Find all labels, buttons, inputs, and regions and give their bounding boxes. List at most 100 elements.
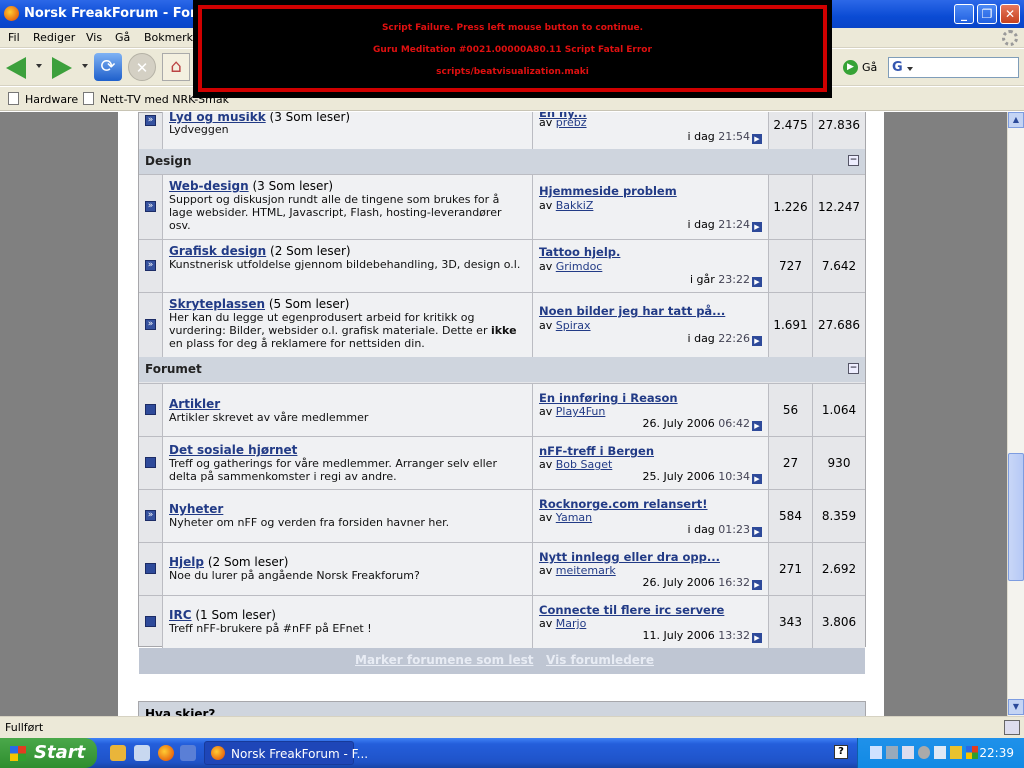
last-post-author[interactable]: meitemark <box>556 564 616 577</box>
forum-link[interactable]: Hjelp <box>169 555 204 569</box>
forum-link[interactable]: Nyheter <box>169 502 223 516</box>
go-to-last-post-icon[interactable]: ▶ <box>752 633 762 643</box>
quicklaunch-firefox-icon[interactable] <box>158 745 174 761</box>
last-post-link[interactable]: Rocknorge.com relansert! <box>539 497 708 511</box>
tray-disk-icon[interactable] <box>918 746 930 759</box>
tray-volume-icon[interactable] <box>934 746 946 759</box>
vertical-scrollbar[interactable]: ▲ ▼ <box>1007 112 1024 716</box>
scrollbar-thumb[interactable] <box>1008 453 1024 581</box>
menu-fil[interactable]: Fil <box>8 31 20 44</box>
last-post-author[interactable]: Yaman <box>556 511 592 524</box>
mark-forums-read-link[interactable]: Marker forumene som lest <box>355 653 533 667</box>
tray-monitor-icon[interactable] <box>902 746 914 759</box>
last-post-cell: Nytt innlegg eller dra opp... av meitema… <box>533 543 769 595</box>
last-post-author[interactable]: Bob Saget <box>556 458 613 471</box>
tray-security-icon[interactable] <box>950 746 962 759</box>
forum-status-cell: » <box>139 112 163 149</box>
minimize-button[interactable]: _ <box>954 4 974 24</box>
last-post-author[interactable]: Grimdoc <box>556 260 603 273</box>
reload-icon[interactable]: ⟳ <box>94 53 122 81</box>
topic-count: 727 <box>779 259 802 273</box>
task-label: Norsk FreakForum - F... <box>231 747 369 761</box>
forum-link[interactable]: Det sosiale hjørnet <box>169 443 297 457</box>
page-viewport[interactable]: » Lyd og musikk (3 Som leser) Lydveggen … <box>0 112 1007 716</box>
time: 16:32 <box>718 576 750 589</box>
forum-status-cell <box>139 384 163 436</box>
go-arrow-icon[interactable]: ▶ <box>843 60 858 75</box>
stop-icon[interactable]: ✕ <box>128 53 156 81</box>
go-to-last-post-icon[interactable]: ▶ <box>752 474 762 484</box>
forum-link[interactable]: Skryteplassen <box>169 297 265 311</box>
bookmark-hardware[interactable]: Hardware <box>8 92 78 106</box>
scroll-down-icon[interactable]: ▼ <box>1008 699 1024 715</box>
last-post-link[interactable]: Tattoo hjelp. <box>539 245 620 259</box>
forum-row-det-sosiale-hjornet: Det sosiale hjørnet Treff og gatherings … <box>139 436 865 489</box>
close-button[interactable]: ✕ <box>1000 4 1020 24</box>
last-post-author[interactable]: Spirax <box>556 319 591 332</box>
date: 25. July 2006 <box>642 470 715 483</box>
menu-ga[interactable]: Gå <box>115 31 130 44</box>
last-post-link[interactable]: Hjemmeside problem <box>539 184 677 198</box>
last-post-author-line: av Marjo <box>539 617 586 630</box>
quicklaunch-explorer-icon[interactable] <box>134 745 150 761</box>
post-count: 1.064 <box>821 403 857 417</box>
last-post-author[interactable]: Play4Fun <box>556 405 606 418</box>
last-post-link[interactable]: En innføring i Reason <box>539 391 678 405</box>
last-post-cell: En innføring i Reason av Play4Fun 26. Ju… <box>533 384 769 436</box>
forward-dropdown-icon[interactable] <box>82 64 88 68</box>
last-post-author[interactable]: prebz <box>556 116 587 129</box>
category-header-design: Design − <box>139 149 865 174</box>
last-post-link[interactable]: nFF-treff i Bergen <box>539 444 654 458</box>
forum-description: Noe du lurer på angående Norsk Freakforu… <box>169 569 420 582</box>
help-icon[interactable]: ? <box>834 745 848 759</box>
collapse-icon[interactable]: − <box>848 363 859 374</box>
back-arrow-icon[interactable] <box>6 57 26 79</box>
go-to-last-post-icon[interactable]: ▶ <box>752 580 762 590</box>
menu-vis[interactable]: Vis <box>86 31 102 44</box>
forum-row-lyd-og-musikk: » Lyd og musikk (3 Som leser) Lydveggen … <box>139 112 865 149</box>
last-post-link[interactable]: Noen bilder jeg har tatt på... <box>539 304 725 318</box>
go-button[interactable]: Gå <box>862 61 877 74</box>
maximize-button[interactable]: ❐ <box>977 4 997 24</box>
home-icon[interactable]: ⌂ <box>162 53 190 81</box>
quicklaunch-extra-icon[interactable] <box>180 745 196 761</box>
last-post-author[interactable]: BakkiZ <box>556 199 594 212</box>
go-to-last-post-icon[interactable]: ▶ <box>752 336 762 346</box>
last-post-link[interactable]: Connecte til flere irc servere <box>539 603 724 617</box>
go-to-last-post-icon[interactable]: ▶ <box>752 421 762 431</box>
last-post-cell: Hjemmeside problem av BakkiZ i dag 21:24… <box>533 175 769 239</box>
start-button[interactable]: Start <box>0 738 97 768</box>
go-to-last-post-icon[interactable]: ▶ <box>752 134 762 144</box>
forum-link[interactable]: Web-design <box>169 179 249 193</box>
by-label: av <box>539 564 553 577</box>
forum-link[interactable]: IRC <box>169 608 192 622</box>
post-count: 930 <box>827 456 851 470</box>
last-post-cell: nFF-treff i Bergen av Bob Saget 25. July… <box>533 437 769 489</box>
tray-app-icon[interactable] <box>966 746 978 759</box>
collapse-icon[interactable]: − <box>848 155 859 166</box>
tray-network-icon[interactable] <box>886 746 898 759</box>
throbber-icon <box>1002 30 1018 46</box>
forum-status-cell <box>139 543 163 595</box>
last-post-author[interactable]: Marjo <box>556 617 587 630</box>
by-label: av <box>539 617 553 630</box>
back-dropdown-icon[interactable] <box>36 64 42 68</box>
scroll-up-icon[interactable]: ▲ <box>1008 112 1024 128</box>
taskbar-firefox-button[interactable]: Norsk FreakForum - F... <box>204 741 368 765</box>
forum-info-cell: IRC (1 Som leser) Treff nFF-brukere på #… <box>163 596 533 648</box>
forum-link[interactable]: Grafisk design <box>169 244 266 258</box>
tray-users-icon[interactable] <box>870 746 882 759</box>
search-input[interactable]: G <box>888 57 1019 78</box>
forum-link[interactable]: Artikler <box>169 397 220 411</box>
go-to-last-post-icon[interactable]: ▶ <box>752 277 762 287</box>
go-to-last-post-icon[interactable]: ▶ <box>752 222 762 232</box>
search-engine-dropdown-icon[interactable] <box>907 67 913 71</box>
show-moderators-link[interactable]: Vis forumledere <box>546 653 654 667</box>
forum-readers: (3 Som leser) <box>252 179 334 193</box>
menu-rediger[interactable]: Rediger <box>33 31 75 44</box>
go-to-last-post-icon[interactable]: ▶ <box>752 527 762 537</box>
guru-meditation-alert[interactable]: Script Failure. Press left mouse button … <box>193 0 832 98</box>
last-post-link[interactable]: Nytt innlegg eller dra opp... <box>539 550 720 564</box>
forward-arrow-icon[interactable] <box>52 57 72 79</box>
quicklaunch-clock-icon[interactable] <box>110 745 126 761</box>
